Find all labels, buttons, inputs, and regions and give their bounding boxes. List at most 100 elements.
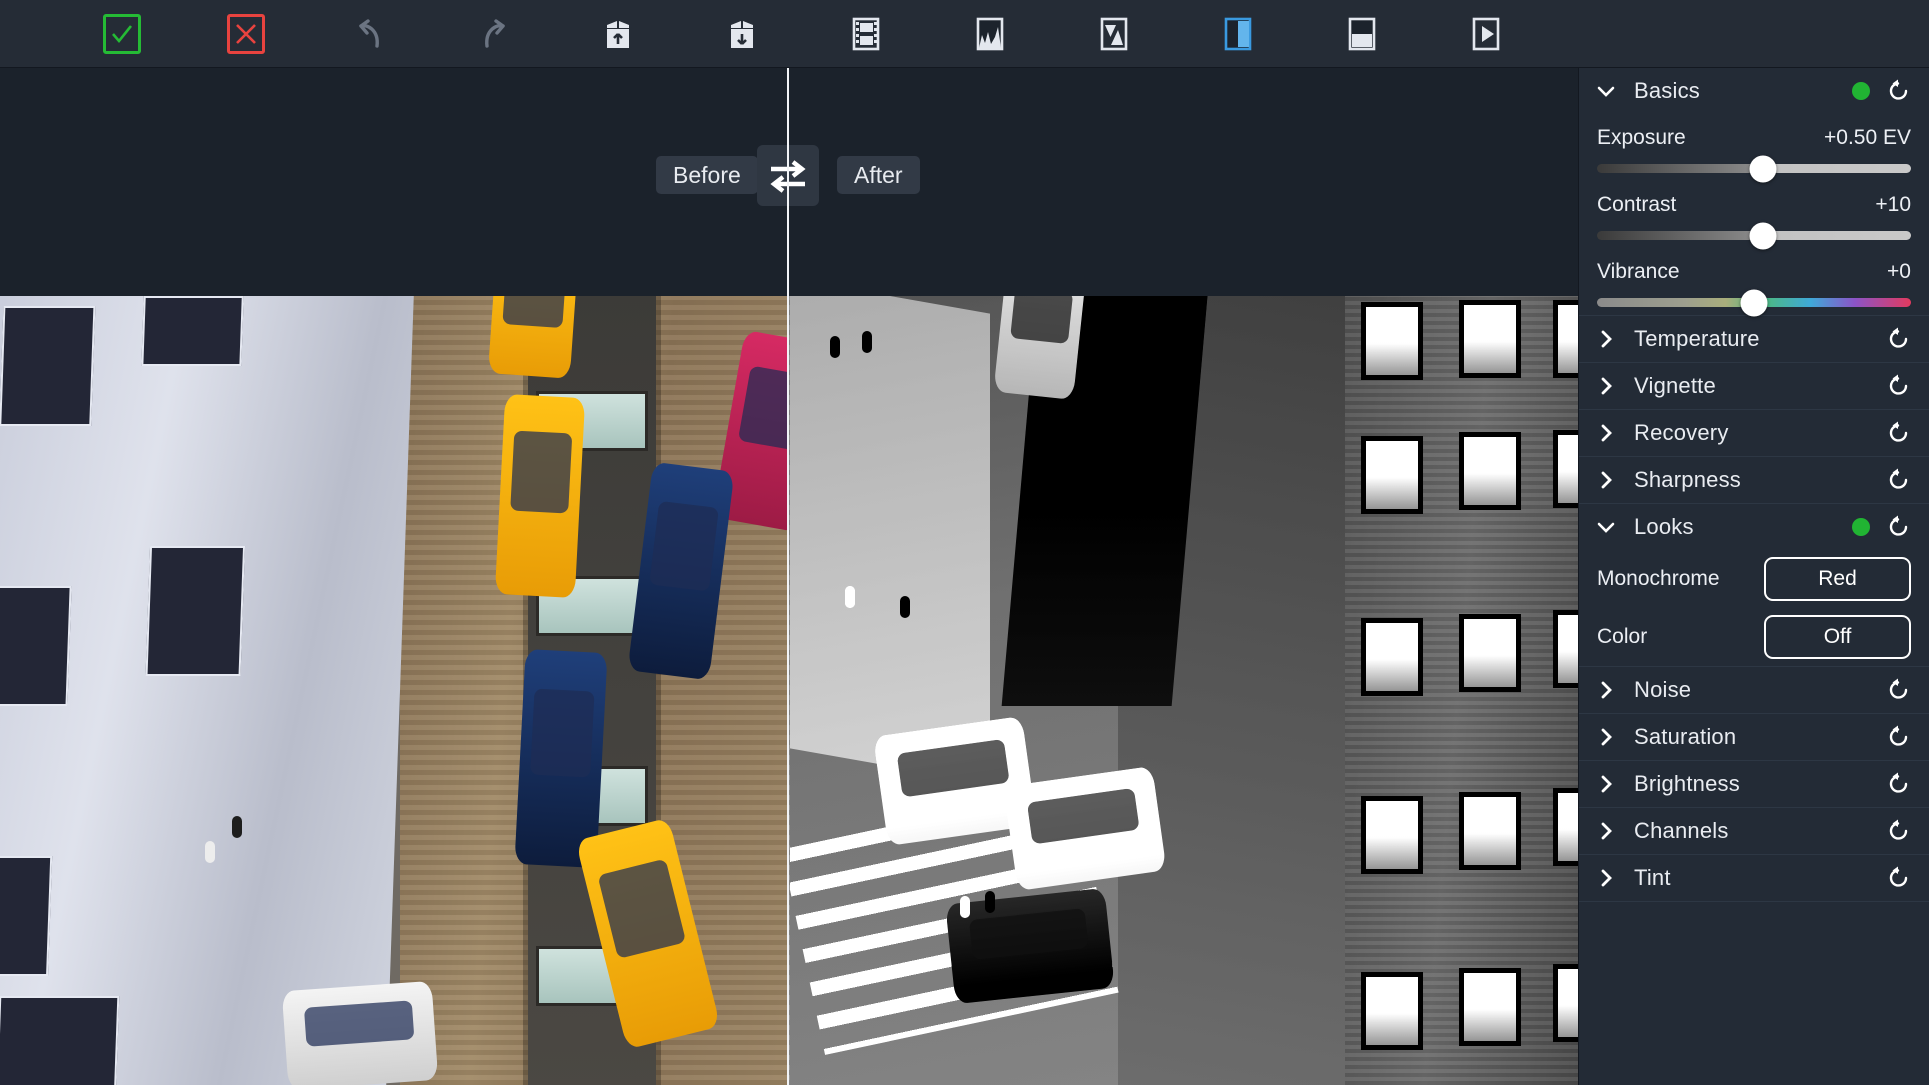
reset-tint-button[interactable] — [1886, 865, 1912, 891]
slider-contrast[interactable]: Contrast +10 — [1579, 181, 1929, 249]
section-header-brightness[interactable]: Brightness — [1579, 761, 1929, 807]
chevron-down-icon — [1595, 516, 1621, 538]
section-header-sharpness[interactable]: Sharpness — [1579, 457, 1929, 503]
histogram-icon — [976, 17, 1004, 50]
split-view-button[interactable] — [1176, 0, 1300, 68]
slider-track-contrast[interactable] — [1597, 222, 1911, 249]
chevron-right-icon — [1595, 375, 1621, 397]
box-arrow-up-icon — [607, 20, 629, 48]
photo-before-image — [0, 296, 787, 1085]
reset-noise-button[interactable] — [1886, 677, 1912, 703]
color-value-button[interactable]: Off — [1764, 615, 1911, 659]
chevron-right-icon — [1595, 679, 1621, 701]
slider-track-exposure[interactable] — [1597, 155, 1911, 182]
before-label[interactable]: Before — [656, 156, 758, 194]
reset-recovery-button[interactable] — [1886, 420, 1912, 446]
photo-comparison-view[interactable] — [0, 296, 1578, 1085]
section-header-channels[interactable]: Channels — [1579, 808, 1929, 854]
slider-label-vibrance: Vibrance — [1597, 260, 1680, 283]
slider-label-exposure: Exposure — [1597, 126, 1686, 149]
undo-button[interactable] — [308, 0, 432, 68]
section-title-tint: Tint — [1634, 865, 1671, 890]
section-title-saturation: Saturation — [1634, 724, 1737, 749]
reset-arrow-icon — [1889, 421, 1908, 442]
slider-value-contrast: +10 — [1875, 193, 1911, 216]
section-title-noise: Noise — [1634, 677, 1692, 702]
checkmark-icon — [103, 13, 141, 54]
chevron-down-icon — [1595, 80, 1621, 102]
reset-arrow-icon — [1889, 374, 1908, 395]
reset-brightness-button[interactable] — [1886, 771, 1912, 797]
reset-saturation-button[interactable] — [1886, 724, 1912, 750]
chevron-right-icon — [1595, 867, 1621, 889]
accept-button[interactable] — [60, 0, 184, 68]
section-header-basics[interactable]: Basics — [1579, 68, 1929, 114]
play-triangle-icon — [1472, 17, 1500, 50]
redo-button[interactable] — [432, 0, 556, 68]
slider-vibrance[interactable]: Vibrance +0 — [1579, 248, 1929, 316]
reset-arrow-icon — [1889, 678, 1908, 699]
chevron-right-icon — [1595, 820, 1621, 842]
reset-arrow-icon — [1889, 515, 1908, 536]
export-button[interactable] — [680, 0, 804, 68]
slider-thumb-vibrance[interactable] — [1740, 289, 1768, 316]
reset-arrow-icon — [1889, 327, 1908, 348]
section-header-looks[interactable]: Looks — [1579, 504, 1929, 550]
histogram-button[interactable] — [928, 0, 1052, 68]
photo-after-image — [789, 296, 1578, 1085]
reset-arrow-icon — [1889, 468, 1908, 489]
section-header-recovery[interactable]: Recovery — [1579, 410, 1929, 456]
after-label[interactable]: After — [837, 156, 920, 194]
reset-sharpness-button[interactable] — [1886, 467, 1912, 493]
section-title-channels: Channels — [1634, 818, 1729, 843]
section-header-vignette[interactable]: Vignette — [1579, 363, 1929, 409]
section-header-saturation[interactable]: Saturation — [1579, 714, 1929, 760]
contrast-view-button[interactable] — [1052, 0, 1176, 68]
photo-before-half — [0, 296, 787, 1085]
import-button[interactable] — [556, 0, 680, 68]
divider — [1579, 901, 1929, 902]
section-title-vignette: Vignette — [1634, 373, 1716, 398]
slider-thumb-contrast[interactable] — [1749, 222, 1777, 249]
compare-divider-handle[interactable] — [787, 68, 789, 1085]
section-header-tint[interactable]: Tint — [1579, 855, 1929, 901]
section-title-brightness: Brightness — [1634, 771, 1740, 796]
monochrome-value-button[interactable]: Red — [1764, 557, 1911, 601]
section-title-temperature: Temperature — [1634, 326, 1760, 351]
label-color: Color — [1597, 625, 1648, 648]
section-title-sharpness: Sharpness — [1634, 467, 1741, 492]
chevron-right-icon — [1595, 726, 1621, 748]
section-title-looks: Looks — [1634, 514, 1694, 539]
slider-value-exposure: +0.50 EV — [1824, 126, 1911, 149]
play-button[interactable] — [1424, 0, 1548, 68]
reset-basics-button[interactable] — [1886, 78, 1912, 104]
reset-arrow-icon — [1889, 725, 1908, 746]
chevron-right-icon — [1595, 422, 1621, 444]
label-monochrome: Monochrome — [1597, 567, 1720, 590]
redo-arrow-icon — [485, 18, 505, 48]
basics-enabled-dot[interactable] — [1852, 82, 1870, 100]
reset-looks-button[interactable] — [1886, 514, 1912, 540]
split-horizontal-icon — [1348, 17, 1376, 50]
section-header-noise[interactable]: Noise — [1579, 667, 1929, 713]
slider-value-vibrance: +0 — [1887, 260, 1911, 283]
slider-track-vibrance[interactable] — [1597, 289, 1911, 316]
filmstrip-button[interactable] — [804, 0, 928, 68]
photo-after-half — [789, 296, 1578, 1085]
reset-temperature-button[interactable] — [1886, 326, 1912, 352]
reset-vignette-button[interactable] — [1886, 373, 1912, 399]
cross-icon — [227, 13, 265, 54]
looks-enabled-dot[interactable] — [1852, 518, 1870, 536]
chevron-right-icon — [1595, 469, 1621, 491]
split-vertical-icon — [1224, 17, 1252, 50]
chevron-right-icon — [1595, 773, 1621, 795]
reject-button[interactable] — [184, 0, 308, 68]
section-title-basics: Basics — [1634, 78, 1700, 103]
image-stage: Before After — [0, 68, 1578, 1085]
slider-exposure[interactable]: Exposure +0.50 EV — [1579, 114, 1929, 182]
section-header-temperature[interactable]: Temperature — [1579, 316, 1929, 362]
reset-channels-button[interactable] — [1886, 818, 1912, 844]
split-horizontal-button[interactable] — [1300, 0, 1424, 68]
slider-thumb-exposure[interactable] — [1749, 155, 1777, 182]
row-color: Color Off — [1579, 608, 1929, 666]
